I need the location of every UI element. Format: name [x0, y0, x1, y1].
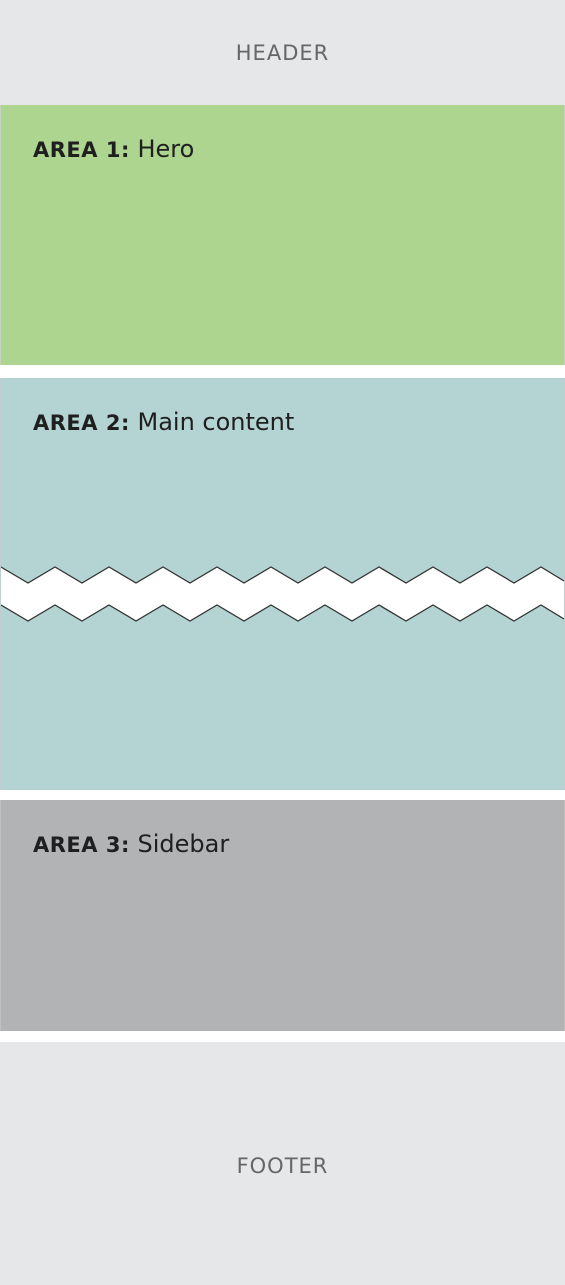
layout-diagram: HEADER AREA 1: Hero AREA 2: Main content… [0, 0, 565, 1285]
zigzag-break-icon [1, 566, 564, 622]
header-label: HEADER [235, 40, 330, 65]
header-region: HEADER [0, 0, 565, 105]
area-sidebar-title: Sidebar [137, 830, 230, 858]
area-hero-title: Hero [137, 135, 195, 163]
zigzag-break-fill [1, 567, 564, 621]
area-sidebar-prefix: AREA 3: [33, 833, 130, 857]
area-hero: AREA 1: Hero [0, 105, 565, 365]
area-main-content: AREA 2: Main content [0, 378, 565, 790]
footer-region: FOOTER [0, 1042, 565, 1285]
area-hero-prefix: AREA 1: [33, 138, 130, 162]
area-sidebar: AREA 3: Sidebar [0, 800, 565, 1031]
area-main-content-prefix: AREA 2: [33, 411, 130, 435]
area-main-content-label: AREA 2: Main content [33, 408, 294, 436]
area-main-content-title: Main content [137, 408, 295, 436]
footer-label: FOOTER [236, 1153, 329, 1178]
area-hero-label: AREA 1: Hero [33, 135, 194, 163]
area-sidebar-label: AREA 3: Sidebar [33, 830, 229, 858]
